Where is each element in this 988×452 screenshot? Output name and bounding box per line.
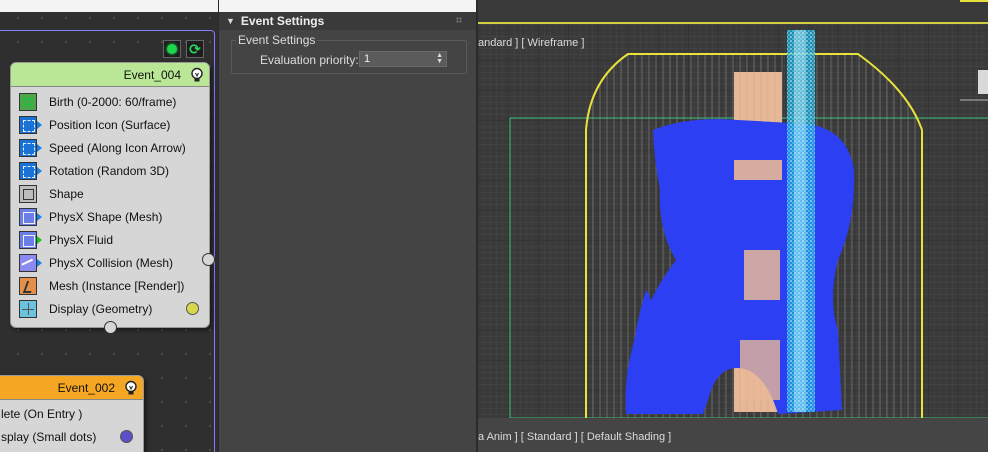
rollout-title: Event Settings: [240, 14, 325, 28]
event-title: Event_004: [123, 67, 181, 82]
operator-display[interactable]: splay (Small dots): [1, 425, 143, 448]
operator-label: splay (Small dots): [1, 429, 97, 444]
event-output-connector[interactable]: [202, 253, 215, 266]
event-refresh-button[interactable]: ⟳: [186, 40, 204, 58]
operator-label: lete (On Entry ): [1, 406, 83, 421]
operator-label: Display (Geometry): [49, 301, 153, 316]
viewport-label-bottom[interactable]: a Anim ] [ Standard ] [ Default Shading …: [478, 431, 671, 443]
speed-icon: [19, 138, 42, 157]
collapse-arrow-icon[interactable]: ▼: [226, 16, 235, 26]
group-label: Event Settings: [236, 33, 318, 47]
operator-label: PhysX Shape (Mesh): [49, 209, 163, 224]
viewport-top-bar: [478, 0, 988, 22]
physx-shape-icon: [19, 207, 42, 226]
viewport-scene[interactable]: [478, 0, 988, 452]
operator-rotation[interactable]: Rotation (Random 3D): [19, 159, 209, 182]
lightbulb-icon[interactable]: [123, 380, 139, 396]
recycle-icon: ⟳: [189, 41, 201, 57]
position-icon: [19, 115, 42, 134]
operator-display[interactable]: Display (Geometry): [19, 297, 209, 320]
viewport[interactable]: andard ] [ Wireframe ] a Anim ] [ Standa…: [476, 0, 988, 452]
operator-position-icon[interactable]: Position Icon (Surface): [19, 113, 209, 136]
operator-label: Mesh (Instance [Render]): [49, 278, 185, 293]
event-enable-toggle[interactable]: [163, 40, 181, 58]
event-input-connector[interactable]: [104, 321, 117, 334]
operator-list: lete (On Entry ) splay (Small dots): [0, 400, 143, 448]
operator-physx-collision[interactable]: PhysX Collision (Mesh): [19, 251, 209, 274]
birth-icon: [19, 92, 37, 111]
display-icon: [19, 299, 37, 318]
active-viewport-marker: [960, 0, 988, 22]
rollout-header[interactable]: ▼ Event Settings: [219, 12, 477, 30]
operator-mesh[interactable]: Mesh (Instance [Render]): [19, 274, 209, 297]
event-settings-panel: ▼ Event Settings Event Settings Evaluati…: [218, 0, 477, 452]
particle-view-graph[interactable]: ⟳ Event_004 Birth (0-2000: 60/frame) Pos…: [0, 0, 218, 452]
title-strip: [0, 0, 218, 12]
event-node-event-004[interactable]: Event_004 Birth (0-2000: 60/frame) Posit…: [10, 62, 210, 328]
shape-icon: [19, 184, 37, 203]
priority-row: Evaluation priority:: [260, 53, 359, 67]
rotation-icon: [19, 161, 42, 180]
physx-collision-icon: [19, 253, 42, 272]
title-strip: [219, 0, 477, 12]
operator-label: Position Icon (Surface): [49, 117, 171, 132]
operator-label: Birth (0-2000: 60/frame): [49, 94, 177, 109]
operator-delete[interactable]: lete (On Entry ): [1, 402, 143, 425]
operator-label: PhysX Fluid: [49, 232, 114, 247]
spinner-arrows-icon[interactable]: ▲ ▼: [436, 52, 443, 65]
display-color-swatch[interactable]: [186, 302, 199, 315]
priority-value: 1: [364, 53, 371, 65]
enabled-indicator-icon: [167, 44, 177, 54]
operator-label: Speed (Along Icon Arrow): [49, 140, 186, 155]
event-node-event-002[interactable]: Event_002 lete (On Entry ) splay (Small …: [0, 375, 144, 452]
mesh-icon: [19, 276, 37, 295]
operator-label: Shape: [49, 186, 84, 201]
event-header[interactable]: Event_004: [11, 63, 209, 87]
event-title: Event_002: [57, 380, 115, 395]
physx-fluid-icon: [19, 230, 42, 249]
operator-speed[interactable]: Speed (Along Icon Arrow): [19, 136, 209, 159]
operator-label: PhysX Collision (Mesh): [49, 255, 174, 270]
event-header[interactable]: Event_002: [0, 376, 143, 400]
priority-spinner[interactable]: 1 ▲ ▼: [359, 51, 447, 67]
operator-label: Rotation (Random 3D): [49, 163, 170, 178]
operator-physx-shape[interactable]: PhysX Shape (Mesh): [19, 205, 209, 228]
priority-label: Evaluation priority:: [260, 53, 359, 67]
operator-shape[interactable]: Shape: [19, 182, 209, 205]
operator-birth[interactable]: Birth (0-2000: 60/frame): [19, 90, 209, 113]
display-color-swatch[interactable]: [120, 430, 133, 443]
operator-list: Birth (0-2000: 60/frame) Position Icon (…: [11, 87, 209, 320]
active-viewport-border: [478, 22, 988, 24]
drag-grip-icon[interactable]: [456, 17, 462, 23]
operator-physx-fluid[interactable]: PhysX Fluid: [19, 228, 209, 251]
lightbulb-icon[interactable]: [189, 67, 205, 83]
viewport-label-top[interactable]: andard ] [ Wireframe ]: [478, 37, 584, 49]
